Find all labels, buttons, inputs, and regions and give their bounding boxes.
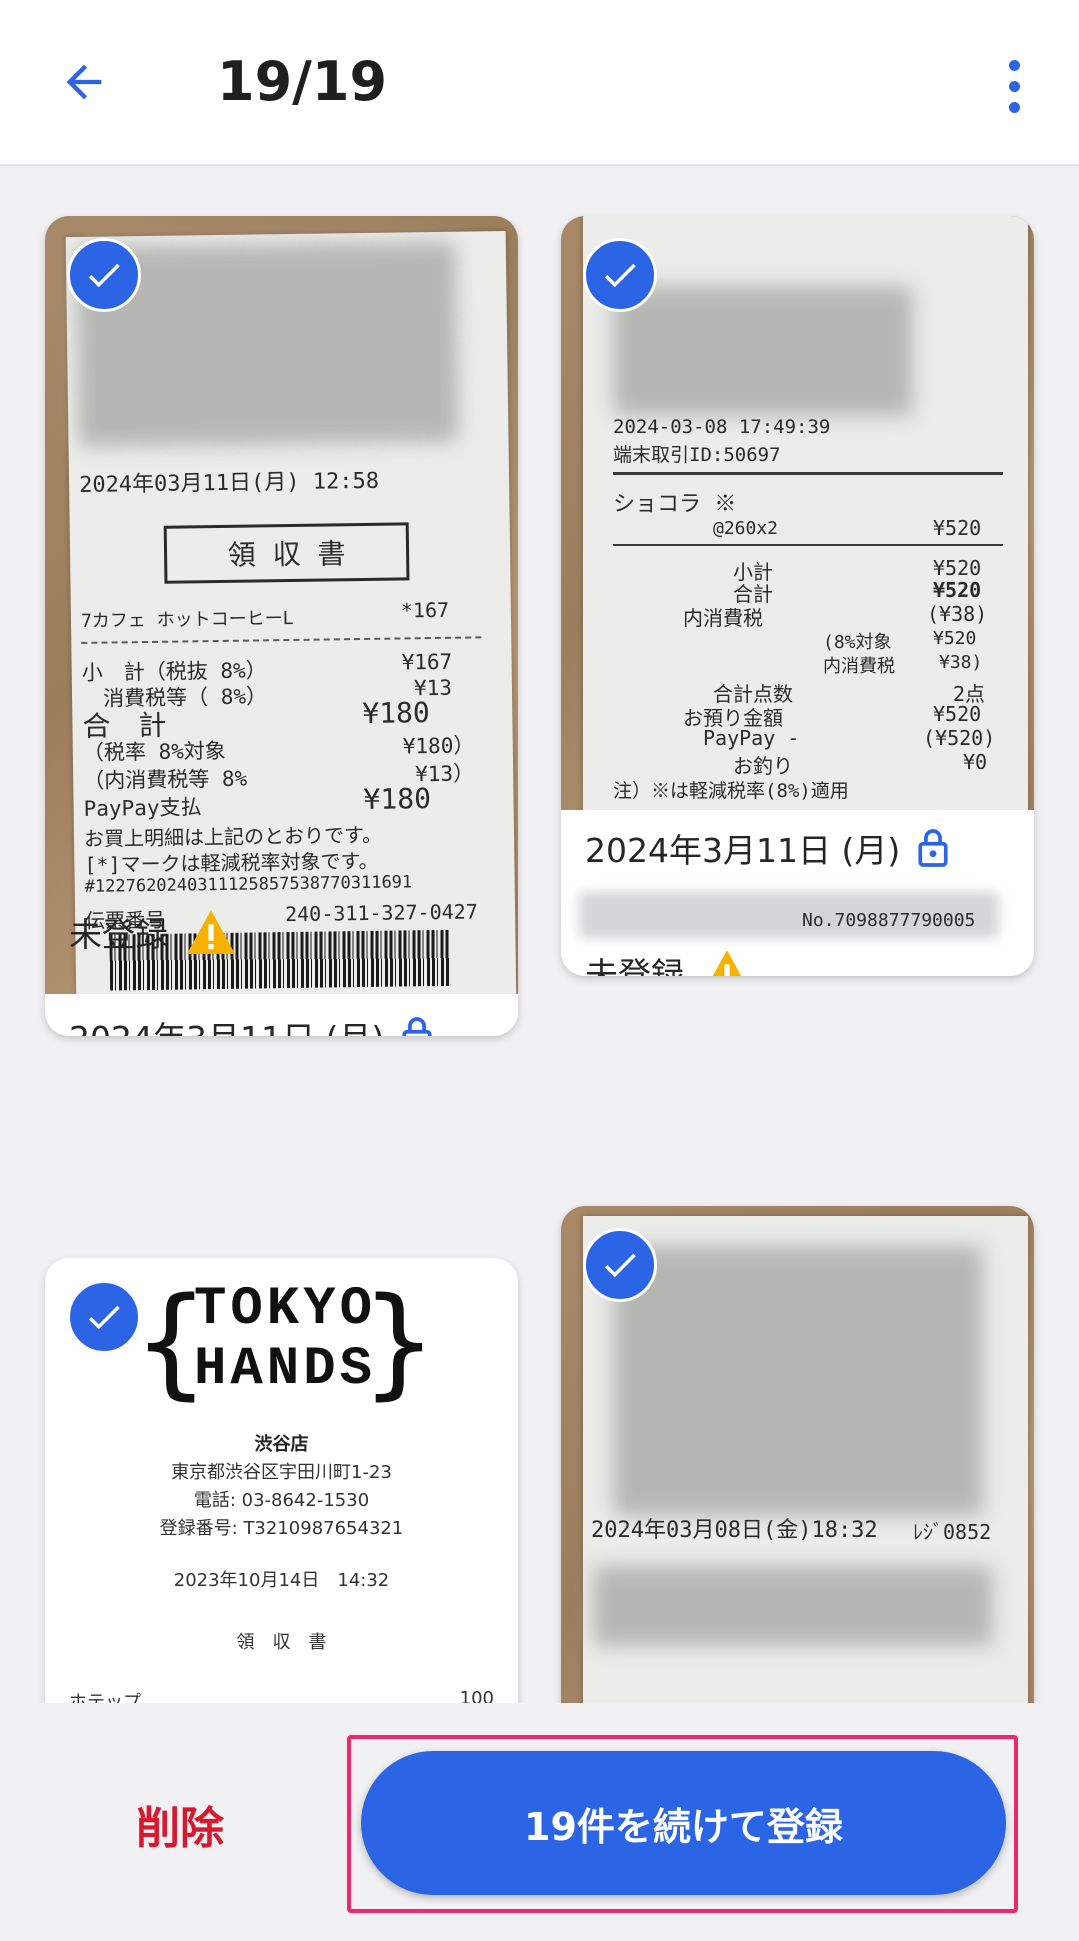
receipt-item-price: 100 bbox=[459, 1688, 494, 1703]
receipt-note: 注）※は軽減税率(8%)適用 bbox=[613, 780, 849, 802]
page-title: 19/19 bbox=[217, 50, 388, 113]
receipt-photo: 2024年03月11日(月) 12:58 領 収 書 7カフェ ホットコーヒーL… bbox=[45, 216, 518, 994]
receipt-row-value: ¥520 bbox=[933, 578, 982, 602]
selected-check[interactable] bbox=[583, 1228, 657, 1302]
store-address: 東京都渋谷区宇田川町1-23 bbox=[171, 1462, 392, 1483]
more-menu-button[interactable] bbox=[990, 54, 1038, 118]
receipt-row-value: ¥520 bbox=[933, 556, 982, 580]
receipt-row-label: （税率 8%対象 bbox=[82, 738, 226, 765]
receipt-card[interactable]: { } TOKYO HANDS 渋谷店 東京都渋谷区宇田川町1-23 電話: 0… bbox=[45, 1258, 518, 1703]
registration-number: 登録番号: T3210987654321 bbox=[159, 1518, 404, 1539]
receipt-heading: 領 収 書 bbox=[236, 1632, 327, 1653]
receipt-row-value: ¥520 bbox=[933, 702, 982, 726]
receipt-item-price: *167 bbox=[400, 597, 450, 623]
receipt-row-label: PayPay支払 bbox=[83, 795, 202, 821]
receipt-item: ショコラ ※ bbox=[613, 492, 737, 517]
receipt-row-label: 内消費税 bbox=[823, 656, 895, 677]
tokyo-hands-logo: { } TOKYO HANDS bbox=[135, 1273, 435, 1412]
receipt-item: 7カフェ ホットコーヒーL bbox=[80, 607, 294, 632]
check-icon bbox=[604, 263, 636, 288]
arrow-left-icon bbox=[66, 64, 102, 100]
back-button[interactable] bbox=[52, 50, 116, 114]
app-bar: 19/19 bbox=[0, 0, 1079, 166]
receipt-card[interactable]: 2024-03-08 17:49:39 端末取引ID:50697 ショコラ ※ … bbox=[561, 216, 1034, 976]
receipt-card[interactable]: 2024年03月08日(金)18:32 ﾚｼﾞ0852 bbox=[561, 1206, 1034, 1703]
selected-check[interactable] bbox=[67, 1280, 141, 1354]
warning-icon bbox=[712, 950, 742, 976]
receipt-row-value: ¥0 bbox=[963, 750, 988, 774]
store-phone: 電話: 03-8642-1530 bbox=[193, 1490, 370, 1511]
status-row: 未登録 bbox=[69, 908, 238, 956]
register-all-button[interactable]: 19件を続けて登録 bbox=[361, 1751, 1006, 1895]
receipt-slip-number: 240-311-327-0427 bbox=[284, 899, 478, 927]
logo-line-1: TOKYO bbox=[193, 1279, 377, 1340]
check-icon bbox=[604, 1253, 636, 1278]
receipt-row-value: ¥180 bbox=[363, 782, 432, 817]
receipt-terminal: 端末取引ID:50697 bbox=[613, 444, 781, 466]
receipt-row-value: ¥180） bbox=[402, 733, 475, 759]
receipt-grid[interactable]: 2024年03月11日(月) 12:58 領 収 書 7カフェ ホットコーヒーL… bbox=[0, 168, 1079, 1703]
delete-button[interactable]: 削除 bbox=[110, 1792, 250, 1856]
logo-line-2: HANDS bbox=[193, 1339, 377, 1400]
receipt-row-value: (¥38) bbox=[927, 602, 988, 626]
receipt-item: ホテップ bbox=[69, 1692, 141, 1703]
receipt-row-value: (¥520) bbox=[923, 726, 996, 750]
lock-icon bbox=[918, 829, 948, 867]
receipt-date: 2024年3月11日 (月) bbox=[69, 1012, 384, 1036]
receipt-row-value: ¥180 bbox=[362, 696, 430, 731]
receipt-date: 2024年3月11日 (月) bbox=[585, 831, 901, 870]
receipt-number: No.7098877790005 bbox=[802, 910, 976, 931]
receipt-row-label: PayPay - bbox=[703, 726, 800, 750]
receipt-row-label: お釣り bbox=[733, 754, 793, 778]
receipt-row-value: ¥520 bbox=[933, 628, 977, 649]
receipt-note: #1227620240311125857538770311691 bbox=[84, 872, 413, 897]
receipt-row-label: （内消費税等 8% bbox=[83, 766, 248, 793]
receipt-heading-box: 領 収 書 bbox=[163, 522, 410, 584]
receipt-datetime: 2023年10月14日 14:32 bbox=[173, 1570, 390, 1591]
registration-status: 未登録 bbox=[69, 915, 168, 954]
store-name: 渋谷店 bbox=[254, 1434, 309, 1455]
receipt-row-value: ¥38) bbox=[939, 652, 983, 673]
receipt-datetime: 2024年03月08日(金)18:32 bbox=[591, 1518, 878, 1543]
receipt-row-value: ¥167 bbox=[401, 649, 453, 675]
receipt-row-label: (8%対象 bbox=[823, 632, 892, 653]
receipt-datetime: 2024年03月11日(月) 12:58 bbox=[78, 468, 380, 498]
receipt-item-price: ¥520 bbox=[933, 516, 982, 540]
registration-status: 未登録 bbox=[585, 955, 684, 976]
more-vert-icon bbox=[1008, 59, 1020, 71]
check-icon bbox=[88, 263, 120, 288]
receipt-item-detail: @260x2 bbox=[713, 518, 779, 539]
receipt-datetime: 2024-03-08 17:49:39 bbox=[613, 416, 831, 438]
receipt-heading: 領 収 書 bbox=[227, 537, 346, 572]
selected-check[interactable] bbox=[583, 238, 657, 312]
receipt-register: ﾚｼﾞ0852 bbox=[913, 1520, 992, 1544]
receipt-row-label: 内消費税 bbox=[683, 606, 763, 630]
warning-icon bbox=[187, 910, 235, 954]
selected-check[interactable] bbox=[67, 238, 141, 312]
lock-icon bbox=[402, 1017, 432, 1036]
check-icon bbox=[88, 1305, 120, 1330]
